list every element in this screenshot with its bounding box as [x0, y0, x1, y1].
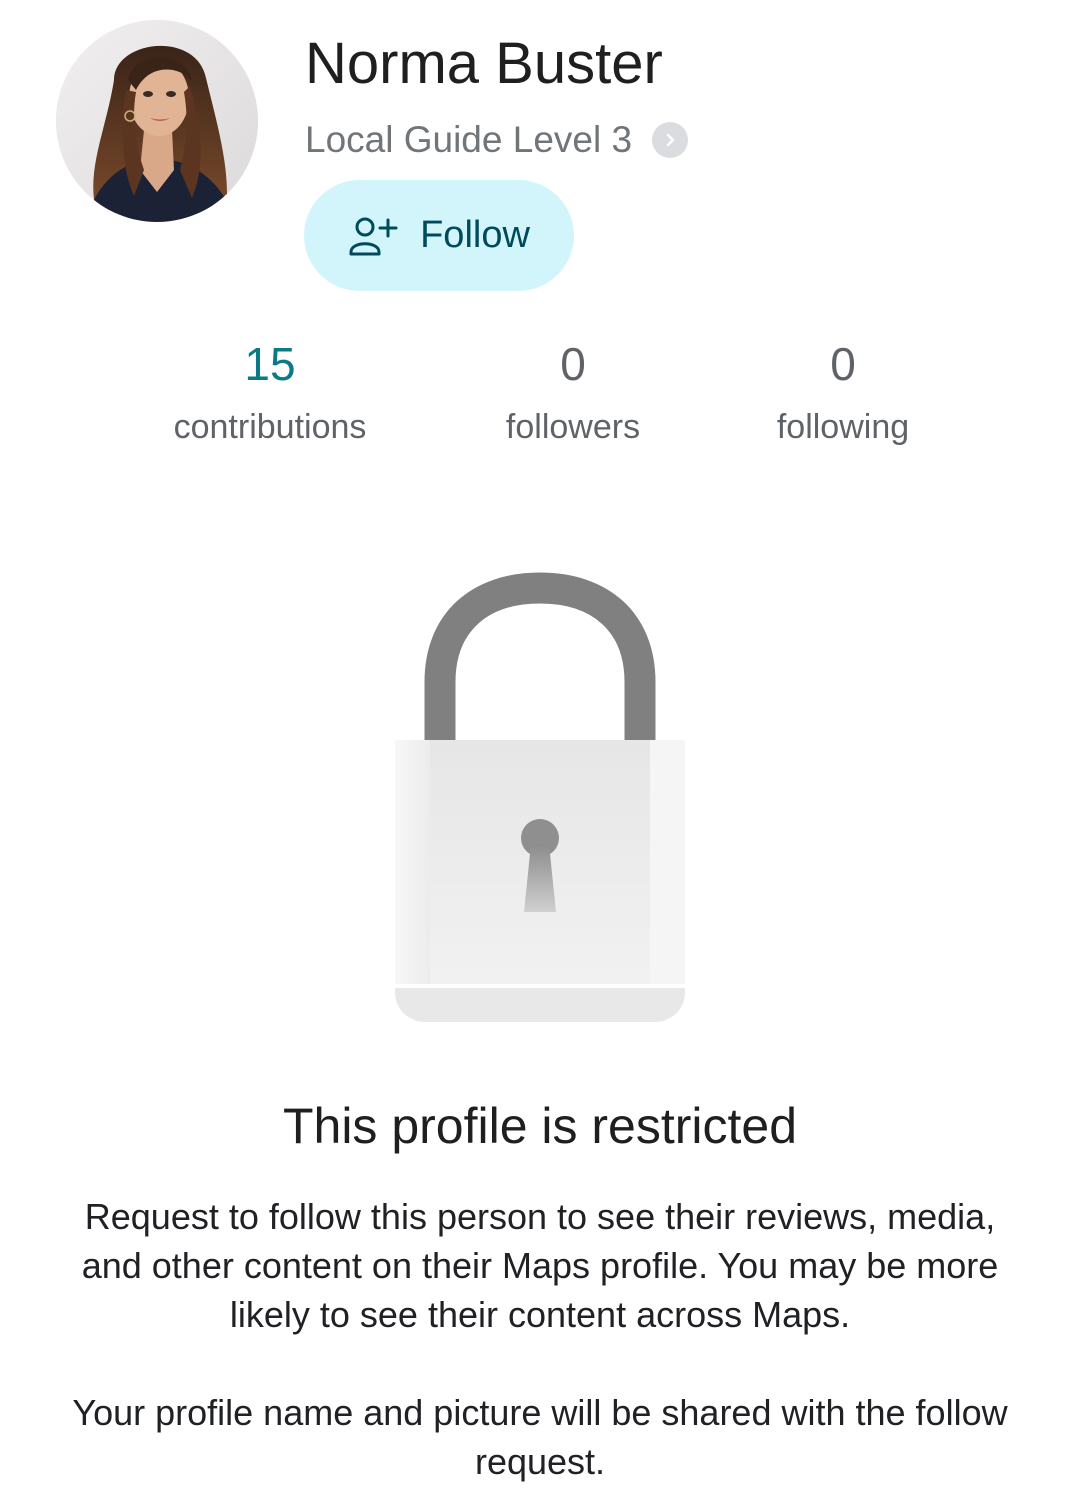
- profile-photo: [56, 20, 258, 222]
- avatar[interactable]: [56, 20, 258, 222]
- follow-button[interactable]: Follow: [304, 180, 574, 291]
- local-guide-level-link[interactable]: Local Guide Level 3: [305, 114, 689, 166]
- contributions-label: contributions: [173, 408, 367, 446]
- restricted-title: This profile is restricted: [282, 1098, 798, 1154]
- following-label: following: [776, 408, 910, 446]
- chevron-right-icon: [652, 122, 689, 158]
- padlock-icon: [395, 572, 685, 1024]
- stat-following[interactable]: 0 following: [693, 334, 993, 452]
- local-guide-level: Local Guide Level 3: [305, 119, 633, 160]
- stat-followers[interactable]: 0 followers: [423, 334, 723, 452]
- share-notice: Your profile name and picture will be sh…: [72, 1392, 1008, 1482]
- person-add-icon: [348, 214, 398, 258]
- contributions-count: 15: [244, 338, 296, 390]
- stat-contributions[interactable]: 15 contributions: [120, 334, 420, 452]
- follow-button-label: Follow: [420, 214, 530, 256]
- profile-name: Norma Buster: [305, 31, 663, 96]
- restricted-description: Request to follow this person to see the…: [81, 1196, 999, 1335]
- following-count: 0: [830, 338, 856, 390]
- followers-label: followers: [505, 408, 641, 446]
- followers-count: 0: [560, 338, 586, 390]
